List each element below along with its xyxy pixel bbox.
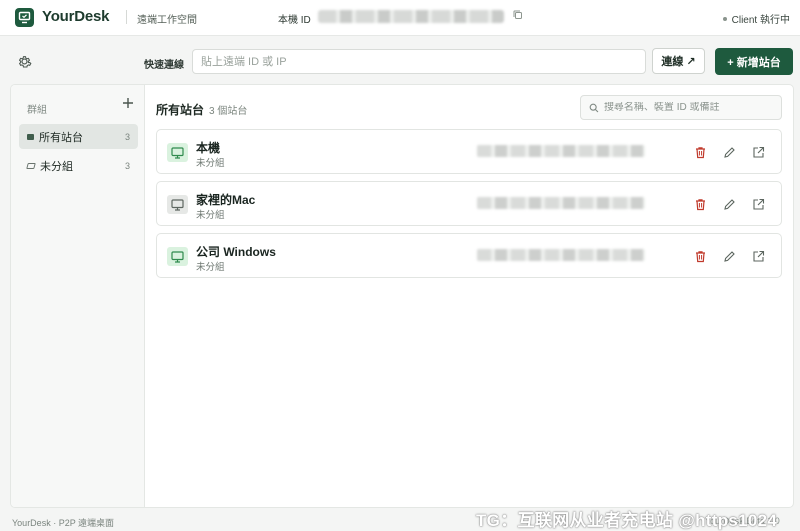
- local-id-value-redacted: [318, 10, 504, 23]
- device-monitor-icon: [167, 247, 188, 266]
- device-name: 家裡的Mac: [196, 193, 256, 207]
- sidebar-item-ungrouped[interactable]: 未分組 3: [19, 153, 138, 178]
- device-name: 本機: [196, 141, 221, 155]
- delete-icon[interactable]: [692, 196, 708, 212]
- device-monitor-icon: [167, 195, 188, 214]
- app-name: YourDesk: [42, 8, 110, 25]
- group-sidebar: 群組 所有站台 3 未分組 3: [11, 85, 145, 507]
- quick-connect-input[interactable]: [192, 49, 646, 74]
- sidebar-item-count: 3: [124, 131, 130, 142]
- app-logo: [15, 8, 34, 27]
- device-card[interactable]: 本機 未分組: [156, 129, 782, 174]
- open-external-icon[interactable]: [750, 248, 766, 264]
- device-id-redacted: [477, 197, 645, 209]
- connect-button[interactable]: 連線 ↗: [652, 48, 705, 74]
- sidebar-item-count: 3: [124, 160, 130, 171]
- page-title: 所有站台: [156, 103, 205, 117]
- search-input[interactable]: [603, 102, 773, 113]
- quick-connect-label: 快速連線: [144, 60, 184, 71]
- folder-icon: [26, 162, 36, 169]
- delete-icon[interactable]: [692, 144, 708, 160]
- main-panel: 群組 所有站台 3 未分組 3 所有站台 3 個站台 搜尋名稱、裝置 ID 或備…: [10, 84, 794, 508]
- search-icon: [589, 103, 599, 112]
- client-status: Client 執行中: [722, 11, 790, 26]
- device-group: 未分組: [196, 210, 225, 221]
- status-dot-icon: [722, 16, 727, 21]
- open-external-icon[interactable]: [750, 196, 766, 212]
- grid-icon: [27, 133, 34, 140]
- local-id-label: 本機 ID: [278, 15, 311, 26]
- copy-icon[interactable]: [512, 9, 524, 21]
- add-group-icon[interactable]: [122, 97, 134, 109]
- device-card[interactable]: 家裡的Mac 未分組: [156, 181, 782, 226]
- delete-icon[interactable]: [692, 248, 708, 264]
- device-monitor-icon: [167, 143, 188, 162]
- open-external-icon[interactable]: [750, 144, 766, 160]
- device-group: 未分組: [196, 262, 225, 273]
- watermark-text: TG：互联网从业者充电站 @https1024: [476, 511, 778, 530]
- client-status-text: Client 執行中: [731, 15, 790, 26]
- monitor-logo-icon: [18, 11, 31, 24]
- edit-pencil-icon[interactable]: [721, 196, 737, 212]
- edit-pencil-icon[interactable]: [721, 248, 737, 264]
- new-site-button[interactable]: + 新增站台: [715, 48, 793, 75]
- site-count: 3 個站台: [209, 106, 248, 117]
- sidebar-item-label: 所有站台: [39, 131, 83, 144]
- device-name: 公司 Windows: [196, 245, 276, 259]
- device-group: 未分組: [196, 158, 225, 169]
- edit-pencil-icon[interactable]: [721, 144, 737, 160]
- group-section-title: 群組: [27, 105, 47, 116]
- sidebar-item-all-sites[interactable]: 所有站台 3: [19, 124, 138, 149]
- device-id-redacted: [477, 145, 645, 157]
- footer-app-info: YourDesk · P2P 遠端桌面: [12, 518, 115, 528]
- device-id-redacted: [477, 249, 645, 261]
- app-subtitle: 遠端工作空間: [137, 15, 197, 26]
- top-bar: YourDesk 遠端工作空間 本機 ID Client 執行中: [0, 0, 800, 36]
- site-list-area: 所有站台 3 個站台 本機 未分組: [146, 85, 793, 507]
- header-divider: [126, 10, 127, 24]
- device-card[interactable]: 公司 Windows 未分組: [156, 233, 782, 278]
- settings-gear-icon[interactable]: [16, 53, 33, 70]
- search-box[interactable]: [580, 95, 782, 120]
- sidebar-item-label: 未分組: [40, 160, 73, 173]
